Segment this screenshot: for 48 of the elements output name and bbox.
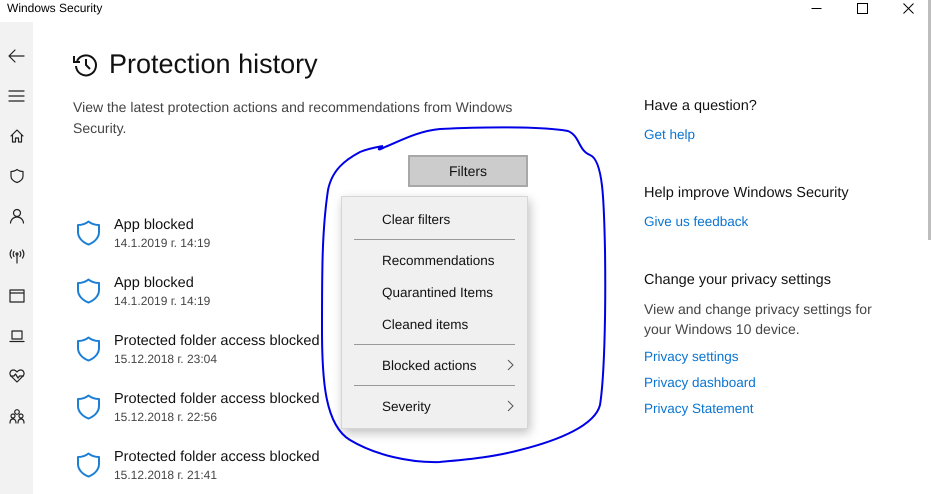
section-heading: Change your privacy settings — [644, 272, 832, 288]
item-date: 15.12.2018 г. 22:56 — [114, 410, 218, 424]
shield-icon[interactable] — [8, 168, 24, 184]
wireless-icon[interactable] — [8, 248, 24, 264]
person-icon[interactable] — [8, 208, 24, 224]
shield-icon — [76, 452, 101, 478]
shield-icon — [76, 220, 101, 246]
menu-item[interactable]: Quarantined Items — [342, 276, 527, 308]
back-icon[interactable] — [8, 48, 25, 64]
menu-item[interactable]: Clear filters — [342, 203, 527, 235]
menu-item[interactable]: Blocked actions — [342, 349, 527, 381]
close-icon[interactable] — [902, 2, 914, 14]
menu-item[interactable]: Cleaned items — [342, 308, 527, 340]
item-title: App blocked — [114, 274, 195, 290]
menu-item[interactable]: Severity — [342, 390, 527, 422]
history-icon — [73, 52, 99, 78]
help-link[interactable]: Privacy settings — [644, 347, 739, 367]
home-icon[interactable] — [8, 128, 24, 144]
help-link[interactable]: Privacy Statement — [644, 399, 754, 419]
item-title: Protected folder access blocked — [114, 332, 320, 348]
menu-icon[interactable] — [8, 88, 25, 104]
item-title: App blocked — [114, 216, 195, 232]
window-title: Windows Security — [6, 0, 104, 15]
page-description: View the latest protection actions and recommendations from Windows Security. — [73, 98, 514, 138]
help-link[interactable]: Give us feedback — [644, 212, 748, 232]
section-heading: Have a question? — [644, 98, 758, 114]
item-date: 15.12.2018 г. 23:04 — [114, 352, 218, 366]
browser-icon[interactable] — [8, 288, 24, 304]
maximize-icon[interactable] — [856, 2, 868, 14]
help-link[interactable]: Privacy dashboard — [644, 373, 756, 393]
item-date: 15.12.2018 г. 21:41 — [114, 468, 218, 482]
shield-icon — [76, 336, 101, 362]
shield-icon — [76, 278, 101, 304]
section-heading: Help improve Windows Security — [644, 185, 850, 201]
scrollbar[interactable] — [928, 0, 931, 240]
section-description: View and change privacy settings for your Windows 10 device. — [644, 300, 873, 339]
item-title: Protected folder access blocked — [114, 448, 320, 464]
family-icon[interactable] — [8, 408, 24, 424]
item-date: 14.1.2019 г. 14:19 — [114, 236, 210, 250]
shield-icon — [76, 394, 101, 420]
filters-button[interactable]: Filters — [408, 155, 528, 187]
laptop-icon[interactable] — [8, 328, 24, 344]
item-title: Protected folder access blocked — [114, 390, 320, 406]
item-date: 14.1.2019 г. 14:19 — [114, 294, 210, 308]
page-title: Protection history — [109, 49, 318, 80]
health-icon[interactable] — [8, 368, 24, 384]
menu-item[interactable]: Recommendations — [342, 244, 527, 276]
help-link[interactable]: Get help — [644, 125, 696, 145]
